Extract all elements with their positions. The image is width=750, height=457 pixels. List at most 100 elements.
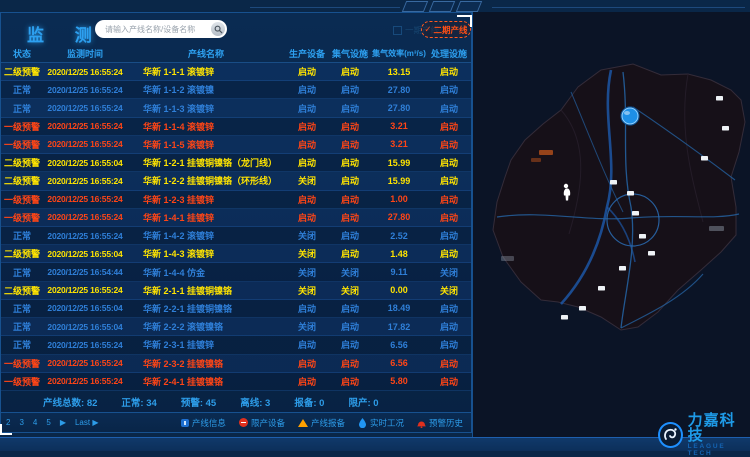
table-row[interactable]: 正常2020/12/25 16:54:44华新 1-4-4 仿金关闭关闭9.11… — [1, 263, 471, 281]
treatment-facility-cell: 关闭 — [427, 284, 471, 297]
line-name-cell: 华新 1-4-4 仿金 — [127, 266, 285, 279]
time-cell: 2020/12/25 16:55:24 — [43, 194, 127, 204]
time-cell: 2020/12/25 16:55:24 — [43, 139, 127, 149]
table-row[interactable]: 正常2020/12/25 16:55:24华新 1-1-3 滚镀锌启动启动27.… — [1, 99, 471, 117]
table-row[interactable]: 二级预警2020/12/25 16:55:24华新 1-2-2 挂镀铜镍铬（环形… — [1, 172, 471, 190]
table-row[interactable]: 二级预警2020/12/25 16:55:24华新 2-1-1 挂镀铜镍铬关闭关… — [1, 282, 471, 300]
status-cell: 正常 — [1, 102, 43, 115]
gas-efficiency-cell: 18.49 — [371, 303, 427, 313]
treatment-facility-cell: 启动 — [427, 375, 471, 388]
col-status: 状态 — [1, 47, 43, 60]
top-deco-line-left — [250, 7, 400, 8]
table-row[interactable]: 一级预警2020/12/25 16:55:24华新 2-3-2 挂镀镍铬启动启动… — [1, 355, 471, 373]
page-title: 监 测 — [27, 21, 105, 46]
treatment-facility-cell: 启动 — [427, 320, 471, 333]
gas-facility-cell: 启动 — [329, 156, 371, 169]
treatment-facility-cell: 启动 — [427, 156, 471, 169]
gas-efficiency-cell: 3.21 — [371, 139, 427, 149]
line-name-cell: 华新 1-2-1 挂镀铜镍铬（龙门线） — [127, 156, 285, 169]
table-row[interactable]: 正常2020/12/25 16:55:04华新 2-2-2 滚镀镍铬关闭启动17… — [1, 318, 471, 336]
table-row[interactable]: 二级预警2020/12/25 16:55:04华新 1-2-1 挂镀铜镍铬（龙门… — [1, 154, 471, 172]
col-treatment-facility: 处理设施 — [427, 47, 471, 60]
last-page-button[interactable]: Last ▶ — [75, 418, 99, 427]
line-name-cell: 华新 1-1-3 滚镀锌 — [127, 102, 285, 115]
limit-device-icon — [239, 418, 248, 427]
line-report-icon — [298, 419, 308, 427]
legend-label: 产线信息 — [192, 417, 226, 429]
status-cell: 一级预警 — [1, 211, 43, 224]
gas-efficiency-cell: 6.56 — [371, 340, 427, 350]
summary-bar: 产线总数: 82 正常: 34 预警: 45 离线: 3 报备: 0 限产: 0 — [1, 393, 471, 411]
time-cell: 2020/12/25 16:55:04 — [43, 322, 127, 332]
line-name-cell: 华新 1-1-1 滚镀锌 — [127, 65, 285, 78]
production-device-cell: 关闭 — [285, 229, 329, 242]
production-device-cell: 关闭 — [285, 320, 329, 333]
gas-efficiency-cell: 27.80 — [371, 103, 427, 113]
table-row[interactable]: 一级预警2020/12/25 16:55:24华新 1-4-1 挂镀锌启动启动2… — [1, 209, 471, 227]
gas-efficiency-cell: 0.00 — [371, 285, 427, 295]
time-cell: 2020/12/25 16:55:24 — [43, 358, 127, 368]
production-device-cell: 关闭 — [285, 284, 329, 297]
time-cell: 2020/12/25 16:55:24 — [43, 67, 127, 77]
production-device-cell: 关闭 — [285, 174, 329, 187]
table-row[interactable]: 正常2020/12/25 16:55:24华新 1-1-2 滚镀镍启动启动27.… — [1, 81, 471, 99]
table-row[interactable]: 正常2020/12/25 16:55:24华新 1-4-2 滚镀锌关闭启动2.5… — [1, 227, 471, 245]
time-cell: 2020/12/25 16:55:24 — [43, 85, 127, 95]
line-name-cell: 华新 2-1-1 挂镀铜镍铬 — [127, 284, 285, 297]
time-cell: 2020/12/25 16:55:04 — [43, 303, 127, 313]
page-button[interactable]: 5 — [46, 418, 50, 427]
col-time: 监测时间 — [43, 47, 127, 60]
line-name-cell: 华新 1-4-2 滚镀锌 — [127, 229, 285, 242]
table-row[interactable]: 正常2020/12/25 16:55:04华新 2-2-1 挂镀铜镍铬启动启动1… — [1, 300, 471, 318]
time-cell: 2020/12/25 16:55:24 — [43, 176, 127, 186]
table-row[interactable]: 一级预警2020/12/25 16:55:24华新 1-1-5 滚镀锌启动启动3… — [1, 136, 471, 154]
col-gas-facility: 集气设施 — [329, 47, 371, 60]
district-map[interactable] — [472, 12, 750, 450]
table-header: 状态 监测时间 产线名称 生产设备 集气设施 集气效率(m³/s) 处理设施 — [1, 45, 471, 63]
page-button[interactable]: 4 — [33, 418, 37, 427]
legend-label: 产线报备 — [311, 417, 345, 429]
map-marker[interactable] — [621, 107, 639, 125]
realtime-status-button[interactable]: 实时工况 — [358, 417, 404, 429]
table-row[interactable]: 正常2020/12/25 16:55:24华新 2-3-1 挂镀锌启动启动6.5… — [1, 336, 471, 354]
page-button[interactable]: 3 — [19, 418, 23, 427]
production-device-cell: 启动 — [285, 156, 329, 169]
table-row[interactable]: 一级预警2020/12/25 16:55:24华新 2-4-1 挂镀镍铬启动启动… — [1, 373, 471, 391]
summary-reported: 报备: 0 — [294, 395, 324, 409]
gas-facility-cell: 启动 — [329, 174, 371, 187]
legend-label: 实时工况 — [370, 417, 404, 429]
status-cell: 二级预警 — [1, 174, 43, 187]
production-device-cell: 关闭 — [285, 266, 329, 279]
table-row[interactable]: 二级预警2020/12/25 16:55:04华新 1-4-3 滚镀锌关闭启动1… — [1, 245, 471, 263]
table-row[interactable]: 一级预警2020/12/25 16:55:24华新 1-1-4 滚镀锌启动启动3… — [1, 118, 471, 136]
line-name-cell: 华新 2-4-1 挂镀镍铬 — [127, 375, 285, 388]
table-row[interactable]: 二级预警2020/12/25 16:55:24华新 1-1-1 滚镀锌启动启动1… — [1, 63, 471, 81]
summary-total: 产线总数: 82 — [43, 395, 97, 409]
treatment-facility-cell: 启动 — [427, 120, 471, 133]
gas-efficiency-cell: 15.99 — [371, 176, 427, 186]
alarm-history-button[interactable]: 预警历史 — [417, 417, 463, 429]
gas-efficiency-cell: 17.82 — [371, 322, 427, 332]
footer-strip — [0, 437, 750, 451]
treatment-facility-cell: 启动 — [427, 174, 471, 187]
top-deco-box — [456, 1, 482, 12]
limit-device-button[interactable]: 限产设备 — [239, 417, 285, 429]
next-page-button[interactable]: ▶ — [60, 418, 66, 427]
table-row[interactable]: 一级预警2020/12/25 16:55:24华新 1-2-3 挂镀锌启动启动1… — [1, 191, 471, 209]
gas-facility-cell: 启动 — [329, 193, 371, 206]
time-cell: 2020/12/25 16:55:24 — [43, 121, 127, 131]
search-icon[interactable] — [211, 22, 225, 36]
line-info-button[interactable]: 产线信息 — [181, 417, 226, 429]
treatment-facility-cell: 启动 — [427, 102, 471, 115]
search-input[interactable] — [103, 24, 211, 35]
production-device-cell: 启动 — [285, 302, 329, 315]
gas-efficiency-cell: 13.15 — [371, 67, 427, 77]
production-device-cell: 启动 — [285, 65, 329, 78]
summary-limited: 限产: 0 — [348, 395, 378, 409]
check-icon: ✓ — [424, 24, 431, 35]
production-device-cell: 启动 — [285, 120, 329, 133]
treatment-facility-cell: 启动 — [427, 302, 471, 315]
col-production-device: 生产设备 — [285, 47, 329, 60]
line-report-button[interactable]: 产线报备 — [298, 417, 345, 429]
col-gas-efficiency: 集气效率(m³/s) — [371, 48, 427, 59]
